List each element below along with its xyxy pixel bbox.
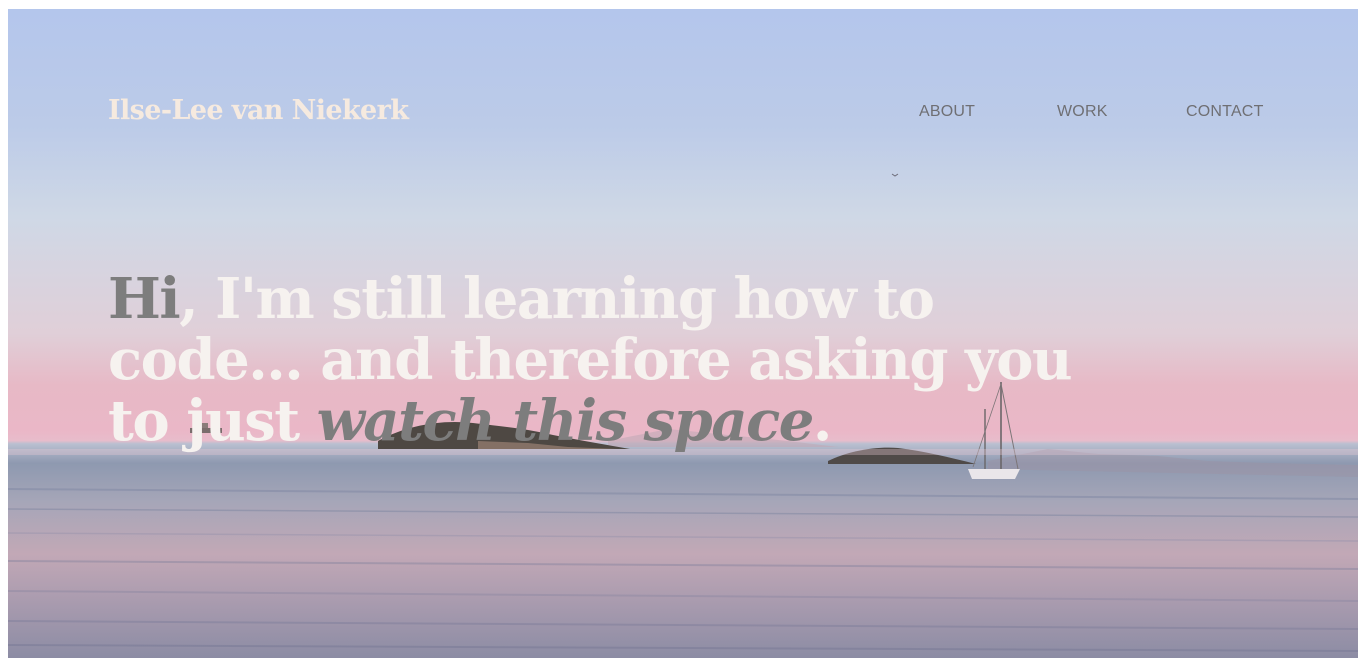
nav-link-work[interactable]: WORK <box>1057 103 1108 121</box>
hero-section: Ilse-Lee van Niekerk ABOUT WORK CONTACT … <box>8 9 1358 658</box>
main-nav: ABOUT WORK CONTACT <box>8 103 1358 127</box>
nav-link-contact[interactable]: CONTACT <box>1186 103 1264 121</box>
headline-highlight: watch this space <box>316 387 815 454</box>
headline-period: . <box>812 387 833 454</box>
headline-greeting: Hi <box>108 265 181 332</box>
water-ripples <box>8 488 1358 652</box>
nav-link-about[interactable]: ABOUT <box>919 103 975 121</box>
bird <box>891 173 899 177</box>
hero-headline: Hi, I'm still learning how to code... an… <box>108 265 1128 454</box>
